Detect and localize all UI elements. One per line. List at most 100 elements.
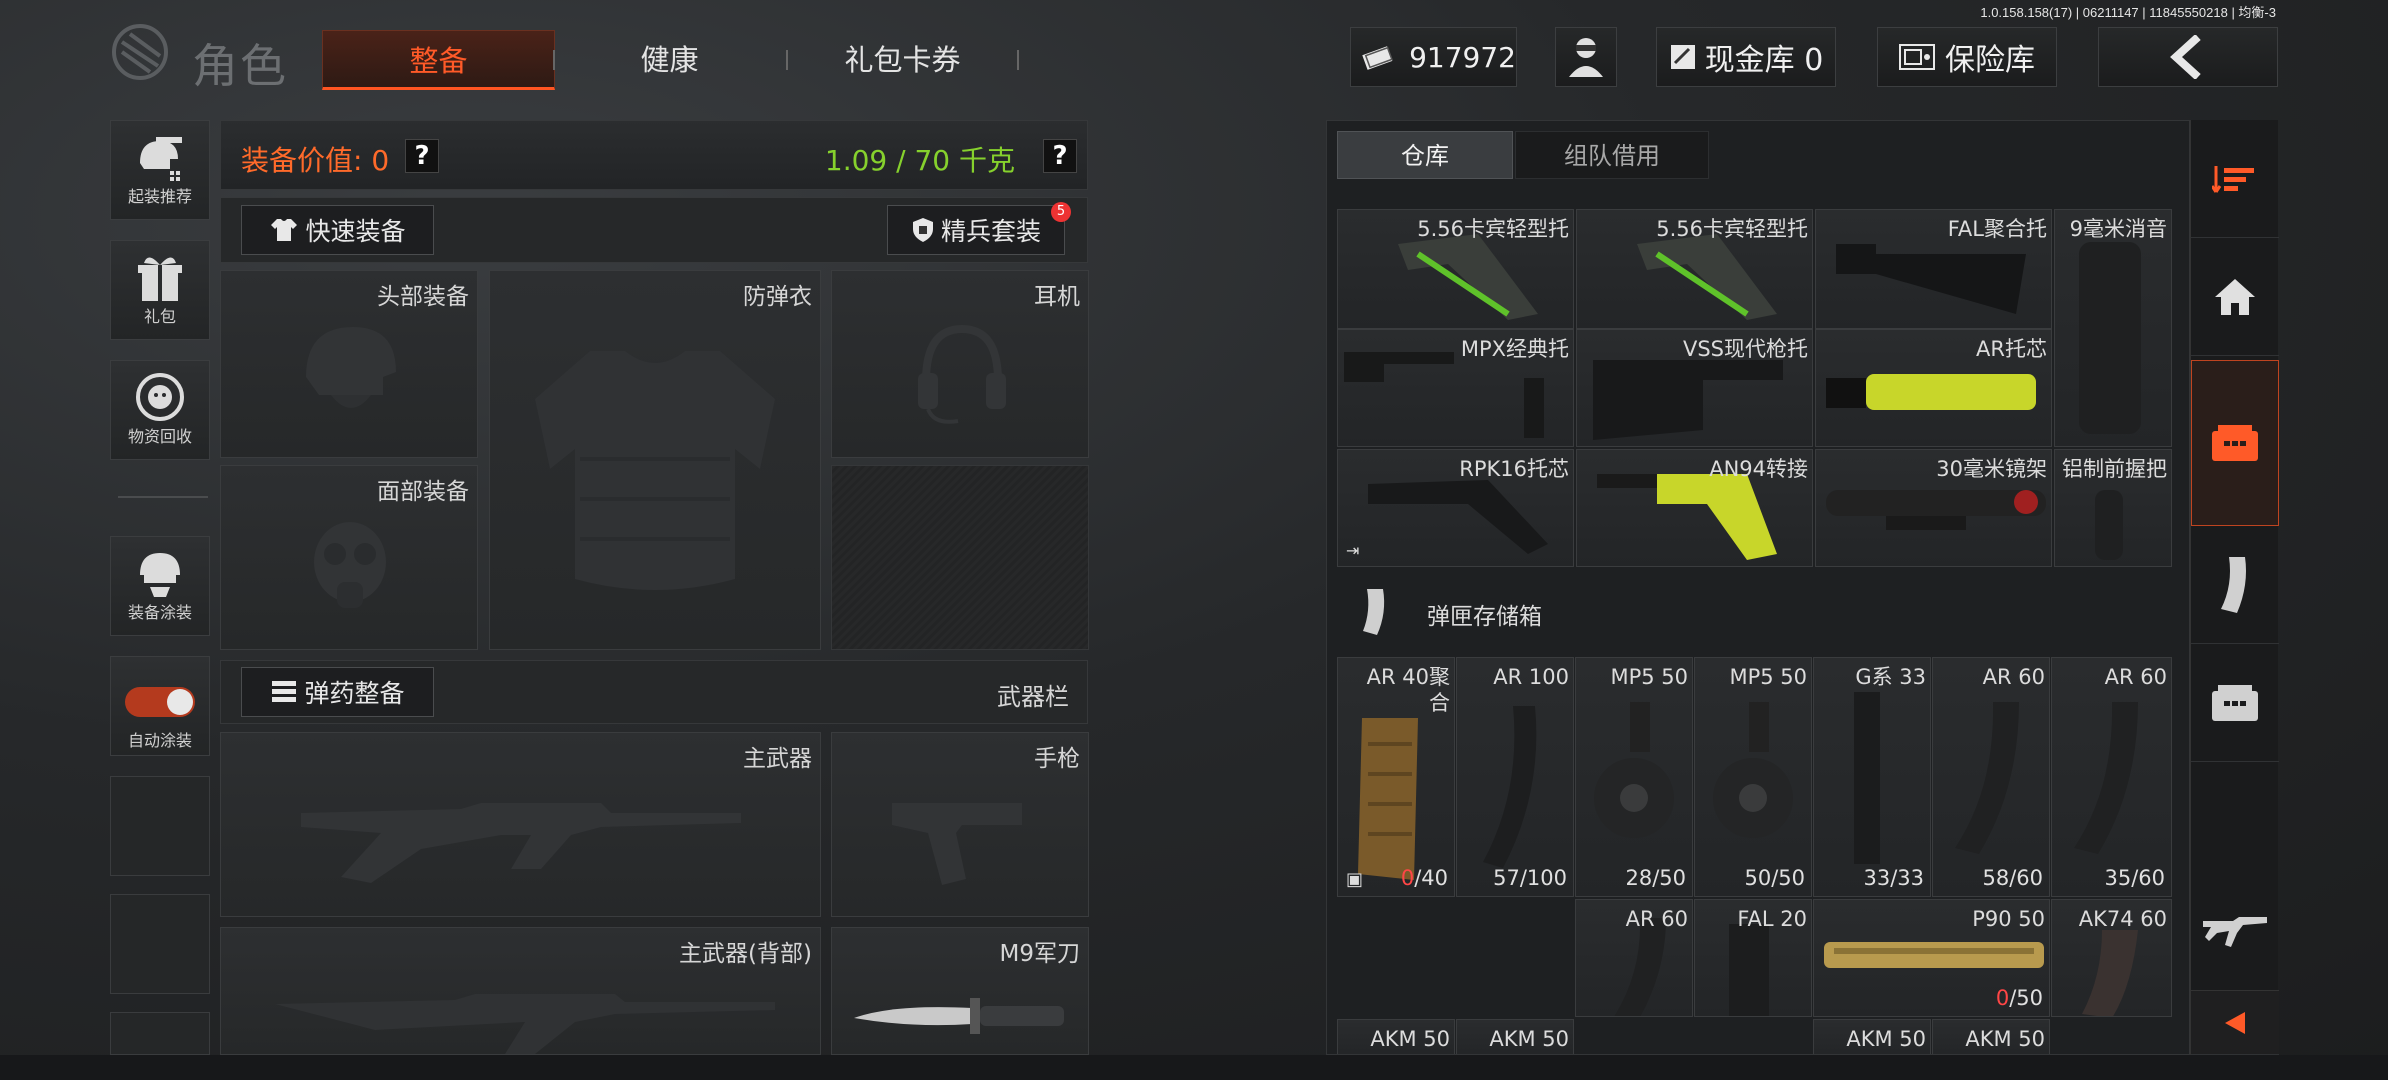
- magazine-cell[interactable]: AKM 50: [1932, 1019, 2050, 1054]
- magazine-cell[interactable]: AR 60: [1575, 899, 1693, 1017]
- item-cell[interactable]: 9毫米消音: [2054, 209, 2172, 447]
- tab-gift-coupons[interactable]: 礼包卡券: [786, 30, 1019, 90]
- magazine-cell[interactable]: AR 40聚合 0/40 ▣: [1337, 657, 1455, 897]
- item-cell[interactable]: 5.56卡宾轻型托: [1576, 209, 1813, 329]
- magazine-cell[interactable]: AKM 50: [1456, 1019, 1574, 1054]
- item-cell[interactable]: 5.56卡宾轻型托: [1337, 209, 1574, 329]
- operator-avatar-button[interactable]: [1555, 27, 1617, 87]
- item-name: FAL聚合托: [1947, 217, 2047, 241]
- equipment-actions-bar: 快速装备 精兵套装 5: [220, 197, 1088, 263]
- shield-icon: [912, 218, 933, 242]
- nav-ammo-box[interactable]: [2191, 644, 2279, 762]
- nav-magazines[interactable]: [2191, 526, 2279, 644]
- item-cell[interactable]: MPX经典托: [1337, 329, 1574, 447]
- item-cell[interactable]: 30毫米镜架: [1815, 449, 2052, 567]
- collapse-nav-button[interactable]: [2191, 990, 2279, 1055]
- section-title: 弹匣存储箱: [1427, 604, 1542, 630]
- nav-storage[interactable]: [2191, 360, 2279, 526]
- quick-equip-button[interactable]: 快速装备: [241, 205, 434, 255]
- back-button[interactable]: [2098, 27, 2278, 87]
- rifle-icon: [2203, 917, 2267, 947]
- magazine-cell[interactable]: MP5 50 50/50: [1694, 657, 1812, 897]
- magazine-cell[interactable]: AR 60 35/60: [2051, 657, 2172, 897]
- magazine-name: AK74 60: [2078, 907, 2167, 931]
- tab-team-borrow[interactable]: 组队借用: [1515, 131, 1709, 179]
- item-cell[interactable]: AN94转接: [1576, 449, 1813, 567]
- item-cell[interactable]: RPK16托芯 ⇥: [1337, 449, 1574, 567]
- nav-sort[interactable]: [2191, 120, 2279, 238]
- magazine-cell[interactable]: MP5 50 28/50: [1575, 657, 1693, 897]
- cash-vault-button[interactable]: 现金库 0: [1656, 27, 1836, 87]
- magazine-quantity: 35/60: [2104, 866, 2165, 890]
- primary-weapon-back-slot[interactable]: 主武器(背部): [220, 927, 821, 1055]
- item-name: MPX经典托: [1460, 337, 1569, 361]
- magazine-name: AKM 50: [1846, 1027, 1926, 1051]
- headset-slot[interactable]: 耳机: [831, 270, 1089, 458]
- empty-slot: [110, 894, 210, 994]
- body-armor-slot[interactable]: 防弹衣: [489, 270, 821, 650]
- storage-box-icon: [2212, 425, 2258, 461]
- chevron-left-icon: [2170, 35, 2201, 79]
- sidebar-item-auto-paint[interactable]: 自动涂装: [110, 656, 210, 756]
- magazine-icon: [1955, 702, 2019, 854]
- sidebar-item-recycle[interactable]: 物资回收: [110, 360, 210, 460]
- magazine-quantity: 58/60: [1982, 866, 2043, 890]
- weapon-bar-label: 武器栏: [997, 683, 1069, 711]
- magazine-icon: [2082, 930, 2138, 1016]
- item-cell[interactable]: AR托芯: [1815, 329, 2052, 447]
- magazine-name: AR 60: [1625, 907, 1688, 931]
- safe-button[interactable]: 保险库: [1877, 27, 2057, 87]
- magazine-cell[interactable]: AR 60 58/60: [1932, 657, 2050, 897]
- item-cell[interactable]: VSS现代枪托: [1576, 329, 1813, 447]
- head-gear-slot[interactable]: 头部装备: [220, 270, 478, 458]
- sidebar-item-gift[interactable]: 礼包: [110, 240, 210, 340]
- nav-weapons[interactable]: [2191, 762, 2279, 980]
- magazine-cell[interactable]: AR 100 57/100: [1456, 657, 1574, 897]
- magazine-icon: [2074, 702, 2138, 854]
- warehouse-category-nav: [2190, 120, 2279, 1055]
- item-name: AN94转接: [1709, 457, 1808, 481]
- drum-magazine-icon: [1713, 702, 1793, 838]
- helmet-gun-icon: [140, 137, 182, 181]
- sidebar-item-paint-equipment[interactable]: 装备涂装: [110, 536, 210, 636]
- magazine-icon: [1358, 718, 1418, 880]
- paint-helmet-icon: [140, 553, 180, 597]
- currency-display[interactable]: 917972: [1350, 27, 1517, 87]
- magazine-cell[interactable]: FAL 20: [1694, 899, 1812, 1017]
- magazine-quantity: 57/100: [1493, 866, 1567, 890]
- help-button[interactable]: ?: [405, 139, 439, 173]
- knife-slot[interactable]: M9军刀: [831, 927, 1089, 1055]
- elite-kit-button[interactable]: 精兵套装: [887, 205, 1065, 255]
- sidebar-item-label: 装备涂装: [127, 603, 192, 622]
- help-button[interactable]: ?: [1043, 139, 1077, 173]
- sidebar-item-loadout-recommend[interactable]: 起装推荐: [110, 120, 210, 220]
- nav-home[interactable]: [2191, 238, 2279, 356]
- equipment-value: 装备价值: 0: [241, 144, 390, 177]
- magazine-name: AR 100: [1493, 665, 1569, 689]
- tab-warehouse[interactable]: 仓库: [1337, 131, 1513, 179]
- item-cell[interactable]: 铝制前握把: [2054, 449, 2172, 567]
- item-name: AR托芯: [1976, 337, 2047, 361]
- magazine-cell[interactable]: P90 50 0/50: [1813, 899, 2050, 1017]
- magazine-name: AR 60: [1982, 665, 2045, 689]
- magazine-cell[interactable]: AKM 50: [1337, 1019, 1455, 1054]
- sort-icon: [2212, 165, 2254, 193]
- sidebar-item-label: 自动涂装: [127, 731, 192, 750]
- tab-health[interactable]: 健康: [553, 30, 786, 90]
- pistol-slot[interactable]: 手枪: [831, 732, 1089, 917]
- auto-paint-toggle[interactable]: [125, 687, 195, 717]
- item-cell[interactable]: FAL聚合托: [1815, 209, 2052, 329]
- magazine-name: AKM 50: [1489, 1027, 1569, 1051]
- magazine-cell[interactable]: AKM 50: [1813, 1019, 1931, 1054]
- currency-amount: 917972: [1409, 40, 1516, 74]
- tab-equip[interactable]: 整备: [322, 30, 555, 90]
- magazine-cell[interactable]: G系 33 33/33: [1813, 657, 1931, 897]
- magazine-cell[interactable]: AK74 60: [2051, 899, 2172, 1017]
- empty-slot: [110, 776, 210, 876]
- ammo-equip-button[interactable]: 弹药整备: [241, 667, 434, 717]
- face-gear-slot[interactable]: 面部装备: [220, 465, 478, 650]
- box-icon: ▣: [1346, 869, 1364, 890]
- magazine-name: AKM 50: [1370, 1027, 1450, 1051]
- primary-weapon-slot[interactable]: 主武器: [220, 732, 821, 917]
- slot-label: M9军刀: [999, 941, 1080, 967]
